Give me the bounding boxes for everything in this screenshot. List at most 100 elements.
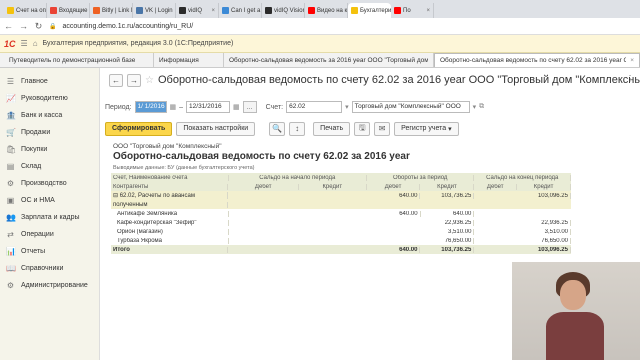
- register-button[interactable]: Регистр учета ▾: [394, 121, 459, 136]
- sidebar-item[interactable]: ▤ Склад: [0, 158, 99, 175]
- book-icon: 📖: [6, 264, 16, 273]
- more-icon[interactable]: ⋮: [626, 74, 634, 83]
- table-row[interactable]: Кафе-кондитерская "Зефир" 22,936.25 22,936…: [111, 218, 571, 227]
- table-row[interactable]: Турбаза Якрома 76,650.00 76,650.00: [111, 236, 571, 245]
- calendar-icon[interactable]: ▦: [233, 103, 240, 111]
- browser-tab[interactable]: Can I get a f×: [219, 3, 262, 18]
- sidebar-item[interactable]: 📖 Справочники: [0, 260, 99, 277]
- menu-icon[interactable]: ☰: [21, 39, 28, 48]
- window-tab[interactable]: Путеводитель по демонстрационной базе: [4, 53, 154, 67]
- browser-tab[interactable]: Счет на опл×: [4, 3, 47, 18]
- browser-tab-bar: Счет на опл×Входящие×Bitly | Link M×VK |…: [0, 0, 640, 18]
- window-tab[interactable]: Оборотно-сальдовая ведомость за 2016 yea…: [224, 53, 434, 67]
- browser-tab[interactable]: vidIQ Vision×: [262, 3, 305, 18]
- browser-tab-label: vidIQ Vision: [274, 7, 305, 14]
- browser-tab[interactable]: VK | Login×: [133, 3, 176, 18]
- cart-icon: 🛍: [6, 145, 17, 154]
- generate-button[interactable]: Сформировать: [105, 121, 173, 136]
- sidebar-item[interactable]: 📈 Руководителю: [0, 90, 99, 107]
- period-select-button[interactable]: ...: [242, 101, 257, 113]
- col-close-credit: Кредит: [517, 183, 571, 190]
- browser-tab[interactable]: Бухгалтерия×: [348, 3, 391, 18]
- url-text[interactable]: accounting.demo.1c.ru/accounting/ru_RU/: [62, 23, 193, 30]
- sidebar-item[interactable]: ⚙ Производство: [0, 175, 99, 192]
- sidebar-item[interactable]: 🛍 Покупки: [0, 141, 99, 158]
- open-windows-bar: Путеводитель по демонстрационной базе Инф…: [0, 53, 640, 68]
- back-button[interactable]: ←: [109, 73, 123, 87]
- period-dash: –: [179, 103, 184, 111]
- col-account-header: Счет, Наименование счета: [111, 174, 229, 181]
- expand-icon[interactable]: ↕: [289, 121, 306, 136]
- window-tab[interactable]: Оборотно-сальдовая ведомость по счету 62…: [434, 53, 640, 67]
- window-tab[interactable]: Информация: [154, 53, 224, 67]
- period-from-input[interactable]: 1/ 1/2016: [134, 101, 167, 113]
- save-icon[interactable]: 🖫: [354, 121, 371, 136]
- close-icon[interactable]: ×: [630, 57, 634, 64]
- cell: 76,650.00: [517, 237, 571, 244]
- reports-icon: 📊: [6, 247, 16, 256]
- favorite-star-icon[interactable]: ☆: [145, 75, 154, 86]
- period-to-input[interactable]: 12/31/2016: [186, 101, 231, 113]
- factory-icon: ⚙: [6, 179, 15, 188]
- sidebar-item[interactable]: ⇄ Операции: [0, 226, 99, 243]
- sidebar-item[interactable]: 📊 Отчеты: [0, 243, 99, 260]
- sidebar-item[interactable]: ▣ ОС и НМА: [0, 192, 99, 209]
- sidebar-item-label: ОС и НМА: [21, 197, 55, 204]
- people-icon: 👥: [6, 213, 16, 222]
- print-button[interactable]: Печать: [313, 121, 351, 136]
- total-close-credit: 103,096.25: [517, 246, 571, 253]
- sidebar-item[interactable]: ☰ Главное: [0, 73, 99, 90]
- search-icon[interactable]: 🔍: [269, 121, 286, 136]
- show-settings-button[interactable]: Показать настройки: [176, 121, 256, 136]
- calendar-icon[interactable]: ▦: [170, 103, 177, 111]
- parameters-row: Период: 1/ 1/2016 ▦ – 12/31/2016 ▦ ... С…: [105, 100, 484, 114]
- sidebar-item-label: Отчеты: [21, 248, 46, 255]
- sidebar: ☰ Главное 📈 Руководителю 🏦 Банк и касса 🛒 Прода…: [0, 68, 100, 360]
- chevron-down-icon[interactable]: ▾: [473, 103, 477, 111]
- reload-icon[interactable]: ↻: [34, 21, 43, 32]
- counterparty-name: Антикафе Земляника: [111, 210, 229, 217]
- browser-tab[interactable]: vidIQ ×: [176, 3, 219, 18]
- table-row[interactable]: Орион (магазин) 3,510.00 3,510.00: [111, 227, 571, 236]
- sidebar-item[interactable]: 🏦 Банк и касса: [0, 107, 99, 124]
- browser-tab-label: Bitly | Link M: [102, 7, 133, 14]
- back-icon[interactable]: ←: [4, 21, 13, 31]
- close-icon[interactable]: ×: [426, 8, 430, 14]
- home-icon[interactable]: ⌂: [33, 39, 38, 48]
- report-sheet: ООО "Торговый дом "Комплексный" Оборотно…: [105, 141, 571, 356]
- sidebar-item[interactable]: 👥 Зарплата и кадры: [0, 209, 99, 226]
- close-icon[interactable]: ×: [211, 8, 215, 14]
- browser-tab[interactable]: По ×: [391, 3, 434, 18]
- favicon-icon: [222, 7, 229, 14]
- table-row[interactable]: Антикафе Земляника 640.00 640.00: [111, 209, 571, 218]
- open-icon[interactable]: ⧉: [479, 103, 484, 111]
- window-tab-label: Информация: [159, 56, 199, 64]
- forward-button[interactable]: →: [127, 73, 141, 87]
- favicon-icon: [394, 7, 401, 14]
- browser-tab[interactable]: Входящие×: [47, 3, 90, 18]
- form-header: ← → ☆ Оборотно-сальдовая ведомость по сч…: [109, 72, 640, 88]
- report-org: ООО "Торговый дом "Комплексный": [113, 143, 222, 150]
- report-title: Оборотно-сальдовая ведомость по счету 62…: [113, 151, 410, 162]
- group-row[interactable]: ⊟ 62.02, Расчеты по авансам 640.00 103,7…: [111, 191, 571, 200]
- browser-tab[interactable]: Bitly | Link M×: [90, 3, 133, 18]
- account-input[interactable]: 62.02: [286, 101, 343, 113]
- forward-icon[interactable]: →: [19, 21, 28, 31]
- sidebar-item-label: Продажи: [21, 129, 51, 136]
- sidebar-item[interactable]: 🛒 Продажи: [0, 124, 99, 141]
- browser-tab[interactable]: Видео на ка×: [305, 3, 348, 18]
- app-title: Бухгалтерия предприятия, редакция 3.0 (1…: [42, 40, 234, 47]
- group-close-credit: 103,096.25: [517, 192, 571, 199]
- chevron-down-icon[interactable]: ▾: [345, 103, 349, 111]
- group-name-text: 62.02, Расчеты по авансам: [119, 193, 195, 199]
- sidebar-item-label: Зарплата и кадры: [21, 214, 80, 221]
- favicon-icon: [265, 7, 272, 14]
- toolbar: Сформировать Показать настройки 🔍 ↕ Печа…: [105, 121, 459, 136]
- group-name: ⊟ 62.02, Расчеты по авансам: [111, 192, 229, 199]
- cell: 22,936.25: [517, 219, 571, 226]
- col-turnover-header: Обороты за период: [367, 174, 475, 181]
- organization-input[interactable]: Торговый дом "Комплексный" ООО: [351, 101, 470, 113]
- mail-icon[interactable]: ✉: [374, 121, 391, 136]
- sidebar-item[interactable]: ⚙ Администрирование: [0, 277, 99, 294]
- cell: 3,510.00: [517, 228, 571, 235]
